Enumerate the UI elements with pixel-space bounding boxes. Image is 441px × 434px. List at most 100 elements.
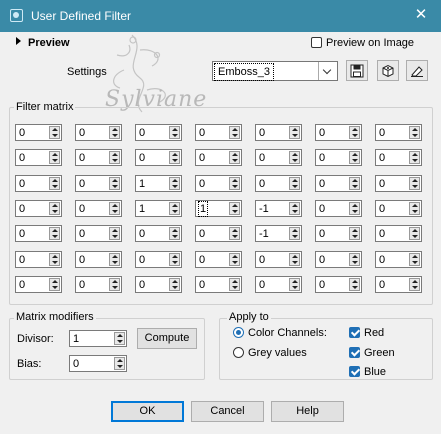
spin-arrows-icon[interactable] [169,253,180,266]
spin-arrows-icon[interactable] [229,202,240,215]
blue-channel-checkbox[interactable]: Blue [349,366,386,378]
spin-arrows-icon[interactable] [169,278,180,291]
spin-arrows-icon[interactable] [289,151,300,164]
matrix-cell[interactable]: 0 [315,149,362,166]
spin-arrows-icon[interactable] [109,126,120,139]
matrix-cell[interactable]: 0 [75,149,122,166]
color-channels-radio[interactable]: Color Channels: [233,327,327,339]
matrix-cell[interactable]: 0 [15,200,62,217]
matrix-cell[interactable]: 0 [255,149,302,166]
matrix-cell[interactable]: 0 [195,276,242,293]
spin-arrows-icon[interactable] [49,253,60,266]
spin-arrows-icon[interactable] [289,202,300,215]
spin-arrows-icon[interactable] [114,357,125,370]
spin-arrows-icon[interactable] [109,202,120,215]
spin-arrows-icon[interactable] [409,202,420,215]
matrix-cell[interactable]: 0 [315,175,362,192]
spin-arrows-icon[interactable] [169,227,180,240]
spin-arrows-icon[interactable] [49,202,60,215]
ok-button[interactable]: OK [111,401,184,422]
spin-arrows-icon[interactable] [109,227,120,240]
matrix-cell[interactable]: 0 [15,124,62,141]
matrix-cell[interactable]: 0 [375,149,422,166]
spin-arrows-icon[interactable] [229,227,240,240]
save-preset-button[interactable] [346,60,368,81]
spin-arrows-icon[interactable] [289,126,300,139]
spin-arrows-icon[interactable] [349,278,360,291]
spin-arrows-icon[interactable] [109,151,120,164]
matrix-cell[interactable]: 0 [75,175,122,192]
matrix-cell[interactable]: 0 [315,251,362,268]
matrix-cell[interactable]: 0 [375,276,422,293]
matrix-cell[interactable]: 0 [195,149,242,166]
matrix-cell[interactable]: 0 [195,251,242,268]
spin-arrows-icon[interactable] [114,332,125,345]
close-icon[interactable]: ✕ [412,6,430,24]
matrix-cell[interactable]: 0 [255,124,302,141]
spin-arrows-icon[interactable] [109,253,120,266]
spin-arrows-icon[interactable] [49,126,60,139]
spin-arrows-icon[interactable] [349,227,360,240]
spin-arrows-icon[interactable] [49,278,60,291]
cancel-button[interactable]: Cancel [191,401,264,422]
spin-arrows-icon[interactable] [289,278,300,291]
spin-arrows-icon[interactable] [409,126,420,139]
spin-arrows-icon[interactable] [409,151,420,164]
red-channel-checkbox[interactable]: Red [349,327,384,339]
matrix-cell[interactable]: 0 [15,276,62,293]
matrix-cell[interactable]: 0 [135,225,182,242]
spin-arrows-icon[interactable] [229,253,240,266]
spin-arrows-icon[interactable] [229,278,240,291]
matrix-cell[interactable]: 0 [75,276,122,293]
grey-values-radio[interactable]: Grey values [233,347,307,359]
matrix-cell[interactable]: 0 [135,149,182,166]
spin-arrows-icon[interactable] [409,253,420,266]
spin-arrows-icon[interactable] [229,126,240,139]
matrix-cell[interactable]: 0 [315,124,362,141]
spin-arrows-icon[interactable] [409,177,420,190]
spin-arrows-icon[interactable] [109,278,120,291]
preset-dropdown[interactable]: Emboss_3 [212,61,338,81]
divisor-stepper[interactable]: 1 [69,330,127,347]
preview-on-image-checkbox[interactable]: Preview on Image [311,37,414,49]
matrix-cell[interactable]: 0 [195,124,242,141]
spin-arrows-icon[interactable] [49,177,60,190]
matrix-cell[interactable]: 0 [75,225,122,242]
spin-arrows-icon[interactable] [409,227,420,240]
matrix-cell[interactable]: 0 [135,276,182,293]
spin-arrows-icon[interactable] [349,202,360,215]
spin-arrows-icon[interactable] [169,151,180,164]
spin-arrows-icon[interactable] [169,177,180,190]
matrix-cell[interactable]: 1 [195,200,242,217]
matrix-cell[interactable]: 0 [75,251,122,268]
delete-preset-button[interactable] [406,60,428,81]
spin-arrows-icon[interactable] [349,151,360,164]
matrix-cell[interactable]: 0 [375,200,422,217]
spin-arrows-icon[interactable] [49,151,60,164]
matrix-cell[interactable]: 0 [375,124,422,141]
spin-arrows-icon[interactable] [289,227,300,240]
spin-arrows-icon[interactable] [49,227,60,240]
spin-arrows-icon[interactable] [289,177,300,190]
matrix-cell[interactable]: 0 [255,251,302,268]
matrix-cell[interactable]: 0 [195,175,242,192]
matrix-cell[interactable]: 0 [15,175,62,192]
matrix-cell[interactable]: 0 [195,225,242,242]
matrix-cell[interactable]: 1 [135,175,182,192]
matrix-cell[interactable]: 0 [375,175,422,192]
matrix-cell[interactable]: 0 [255,276,302,293]
matrix-cell[interactable]: -1 [255,200,302,217]
help-button[interactable]: Help [271,401,344,422]
matrix-cell[interactable]: 1 [135,200,182,217]
spin-arrows-icon[interactable] [349,177,360,190]
matrix-cell[interactable]: 0 [75,124,122,141]
matrix-cell[interactable]: 0 [315,225,362,242]
matrix-cell[interactable]: 0 [75,200,122,217]
preview-toggle[interactable]: Preview [16,37,70,49]
matrix-cell[interactable]: 0 [135,124,182,141]
matrix-cell[interactable]: 0 [15,251,62,268]
matrix-cell[interactable]: 0 [315,276,362,293]
spin-arrows-icon[interactable] [349,126,360,139]
matrix-cell[interactable]: 0 [15,225,62,242]
green-channel-checkbox[interactable]: Green [349,347,395,359]
